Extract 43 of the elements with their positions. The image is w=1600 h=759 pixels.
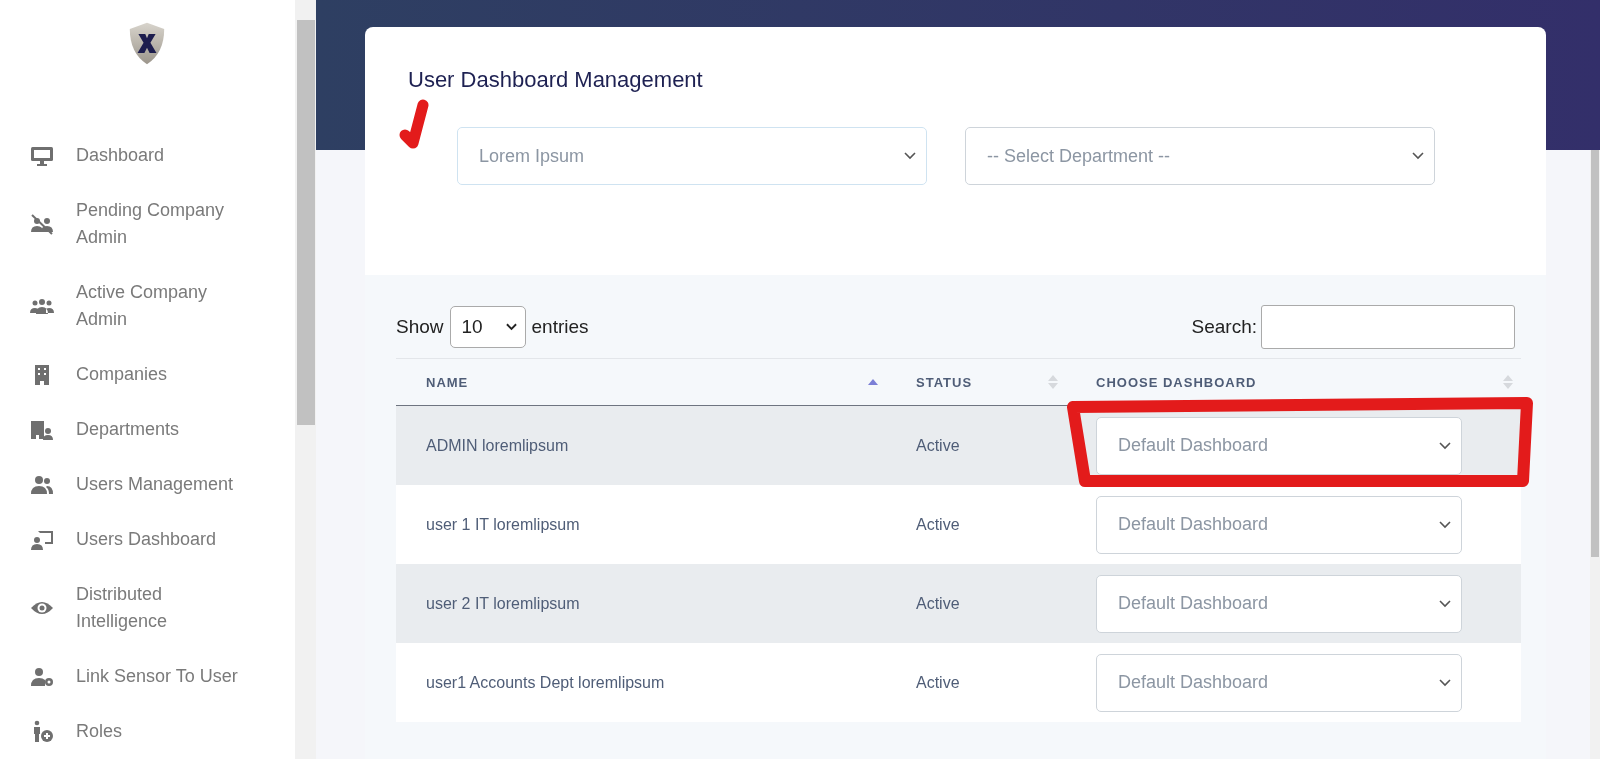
sidebar-item[interactable]: Distributed Intelligence bbox=[0, 567, 295, 649]
chevron-down-icon bbox=[1439, 520, 1451, 529]
sidebar-item[interactable]: Link Sensor To User bbox=[0, 649, 295, 704]
show-label: Show bbox=[396, 316, 444, 338]
sidebar-item[interactable]: Dashboard bbox=[0, 128, 295, 183]
name-cell: user 2 IT loremlipsum bbox=[426, 594, 580, 613]
chevron-down-icon bbox=[1439, 678, 1451, 687]
status-cell: Active bbox=[916, 594, 960, 613]
search-field[interactable] bbox=[1261, 305, 1515, 349]
sidebar-item[interactable]: Pending Company Admin bbox=[0, 183, 295, 265]
page-size-select[interactable]: 10 bbox=[449, 306, 526, 348]
sidebar-scrollbar[interactable] bbox=[295, 0, 316, 759]
name-cell: user 1 IT loremlipsum bbox=[426, 515, 580, 534]
chevron-down-icon bbox=[1439, 441, 1451, 450]
chevron-down-icon bbox=[1439, 599, 1451, 608]
sidebar-item[interactable]: Roles bbox=[0, 704, 295, 759]
sidebar-item[interactable]: Users Dashboard bbox=[0, 512, 295, 567]
sidebar-item[interactable]: Users Management bbox=[0, 457, 295, 512]
sidebar-item[interactable]: Active Company Admin bbox=[0, 265, 295, 347]
page-title: User Dashboard Management bbox=[408, 67, 704, 93]
chevron-down-icon bbox=[1412, 152, 1424, 160]
sidebar-item[interactable]: Departments bbox=[0, 402, 295, 457]
users-crossed-icon bbox=[30, 212, 54, 236]
sidebar-item[interactable]: Companies bbox=[0, 347, 295, 402]
dashboard-select[interactable]: Default Dashboard bbox=[1096, 574, 1462, 633]
column-header[interactable]: STATUS bbox=[886, 359, 1066, 405]
search-label: Search: bbox=[1191, 316, 1257, 338]
name-cell: user1 Accounts Dept loremlipsum bbox=[426, 673, 665, 692]
status-cell: Active bbox=[916, 673, 960, 692]
chevron-down-icon bbox=[505, 323, 517, 331]
entries-label: entries bbox=[531, 316, 589, 338]
name-cell: ADMIN loremlipsum bbox=[426, 436, 569, 455]
page-scrollbar[interactable] bbox=[1590, 150, 1600, 759]
dashboard-select[interactable]: Default Dashboard bbox=[1096, 416, 1462, 475]
status-cell: Active bbox=[916, 436, 960, 455]
dashboard-select[interactable]: Default Dashboard bbox=[1096, 495, 1462, 554]
chevron-down-icon bbox=[904, 152, 916, 160]
company-select[interactable]: Lorem Ipsum bbox=[457, 127, 927, 185]
status-cell: Active bbox=[916, 515, 960, 534]
department-select[interactable]: -- Select Department -- bbox=[965, 127, 1435, 185]
column-header[interactable]: NAME bbox=[396, 359, 886, 405]
column-header[interactable]: CHOOSE DASHBOARD bbox=[1066, 359, 1521, 405]
dashboard-select[interactable]: Default Dashboard bbox=[1096, 653, 1462, 712]
